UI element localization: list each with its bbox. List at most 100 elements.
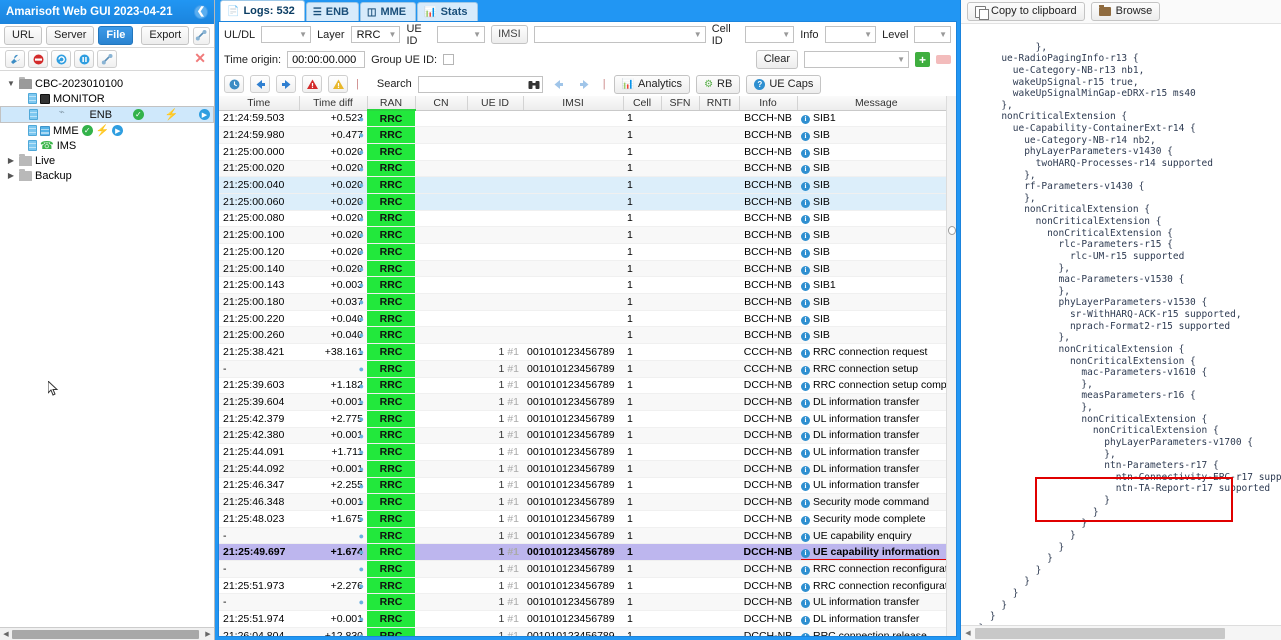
rb-button[interactable]: ⚙ RB: [696, 74, 741, 94]
table-row[interactable]: 21:24:59.980 +0.477 ● RRC 1 BCCH-NB i SIB: [219, 126, 956, 144]
table-row[interactable]: - ● RRC 1 #1 001010123456789 1 DCCH-NB i RRC con…: [219, 560, 956, 578]
stop-icon[interactable]: [28, 50, 48, 68]
table-row[interactable]: 21:25:44.092 +0.001 ● RRC 1 #1 00101012345678…: [219, 460, 956, 478]
play-icon[interactable]: ▶: [112, 125, 124, 136]
file-button[interactable]: File: [98, 26, 134, 45]
column-header-time[interactable]: Time: [219, 96, 300, 111]
play-icon[interactable]: ▶: [199, 109, 210, 120]
pause-icon[interactable]: [74, 50, 94, 68]
level-select[interactable]: ▼: [914, 26, 951, 43]
column-header-cell[interactable]: Cell: [623, 96, 662, 111]
table-row[interactable]: 21:25:00.220 +0.040 ● RRC 1 BCCH-NB i SIB: [219, 310, 956, 328]
preset-select[interactable]: ▼: [804, 51, 909, 68]
table-row[interactable]: 21:25:39.603 +1.182 ● RRC 1 #1 00101012345678…: [219, 377, 956, 395]
plus-icon[interactable]: +: [915, 52, 930, 67]
next-match-icon[interactable]: [575, 75, 595, 93]
table-row[interactable]: 21:25:38.421 +38.161 ● RRC 1 #1 0010101234567…: [219, 343, 956, 361]
column-header-sfn[interactable]: SFN: [661, 96, 700, 111]
table-row[interactable]: 21:25:48.023 +1.675 ● RRC 1 #1 00101012345678…: [219, 510, 956, 528]
server-button[interactable]: Server: [46, 26, 95, 45]
scroll-left-icon[interactable]: ◀: [0, 630, 12, 638]
table-row[interactable]: - ● RRC 1 #1 001010123456789 1 DCCH-NB i UL info…: [219, 593, 956, 612]
ue-caps-button[interactable]: ? UE Caps: [746, 74, 822, 94]
table-row[interactable]: - ● RRC 1 #1 001010123456789 1 CCCH-NB i RRC con…: [219, 360, 956, 378]
layer-select[interactable]: RRC ▼: [350, 26, 401, 43]
column-header-cn[interactable]: CN: [415, 96, 468, 111]
prev-match-icon[interactable]: [549, 75, 569, 93]
scroll-knob[interactable]: [948, 226, 956, 235]
tree-item-cbc[interactable]: ▼ CBC-2023010100: [0, 76, 214, 91]
analytics-button[interactable]: 📊 Analytics: [613, 74, 691, 94]
table-row[interactable]: 21:25:51.973 +2.276 ● RRC 1 #1 00101012345678…: [219, 577, 956, 595]
binoculars-icon[interactable]: [527, 77, 541, 94]
imsi-select[interactable]: ▼: [533, 26, 706, 43]
tab-logs[interactable]: 📄 Logs: 532: [220, 0, 305, 21]
tab-stats[interactable]: 📊 Stats: [417, 2, 478, 21]
tree-item-backup[interactable]: ▶ Backup: [0, 168, 214, 183]
group-ueid-checkbox[interactable]: [443, 54, 455, 65]
table-row[interactable]: 21:25:00.100 +0.020 ● RRC 1 BCCH-NB i SIB: [219, 226, 956, 244]
table-row[interactable]: 21:24:59.503 +0.523 ● RRC 1 BCCH-NB i SIB1: [219, 110, 956, 128]
plug-icon-2[interactable]: [97, 50, 117, 68]
clock-icon[interactable]: [224, 75, 244, 93]
expander-icon[interactable]: ▶: [6, 156, 16, 165]
table-row[interactable]: 21:25:49.697 +1.674 ● RRC 1 #1 00101012345678…: [219, 543, 956, 562]
logs-table-container[interactable]: Time Time diff RAN CN UE ID IMSI Cell SFN RNTI In…: [219, 96, 956, 636]
browse-button[interactable]: Browse: [1090, 2, 1161, 21]
plug-icon[interactable]: [193, 26, 210, 45]
tab-mme[interactable]: ◫ MME: [360, 2, 417, 21]
expander-icon[interactable]: ▶: [6, 171, 16, 180]
tree-item-live[interactable]: ▶ Live: [0, 153, 214, 168]
scroll-thumb[interactable]: [12, 630, 199, 639]
copy-to-clipboard-button[interactable]: Copy to clipboard: [967, 2, 1085, 21]
table-row[interactable]: 21:25:00.060 +0.020 ● RRC 1 BCCH-NB i SIB: [219, 193, 956, 211]
table-row[interactable]: - ● RRC 1 #1 001010123456789 1 DCCH-NB i UE capa…: [219, 527, 956, 545]
expander-icon[interactable]: ▼: [6, 79, 16, 88]
table-vertical-scrollbar[interactable]: [946, 96, 956, 636]
details-horizontal-scrollbar[interactable]: ◀ ▶: [961, 625, 1281, 640]
table-row[interactable]: 21:25:46.347 +2.255 ● RRC 1 #1 00101012345678…: [219, 477, 956, 495]
error-icon[interactable]: [302, 75, 322, 93]
table-row[interactable]: 21:25:42.380 +0.001 ● RRC 1 #1 00101012345678…: [219, 427, 956, 445]
search-input[interactable]: [417, 75, 543, 93]
column-header-rnti[interactable]: RNTI: [699, 96, 740, 111]
table-row[interactable]: 21:25:51.974 +0.001 ● RRC 1 #1 00101012345678…: [219, 610, 956, 628]
tree-item-enb[interactable]: ENB ✓ ⚡ ▶: [0, 106, 214, 123]
url-button[interactable]: URL: [4, 26, 43, 45]
minus-icon[interactable]: [936, 55, 951, 64]
tree-item-mme[interactable]: MME ✓ ⚡ ▶: [0, 123, 214, 138]
table-row[interactable]: 21:25:00.143 +0.003 ● RRC 1 BCCH-NB i SIB1: [219, 276, 956, 295]
export-button[interactable]: Export: [141, 26, 190, 45]
table-row[interactable]: 21:25:00.080 +0.020 ● RRC 1 BCCH-NB i SIB: [219, 210, 956, 228]
time-origin-input[interactable]: [287, 51, 366, 68]
asn1-message-text[interactable]: }, ue-RadioPagingInfo-r13 { ue-Category-…: [961, 24, 1281, 625]
ueid-select[interactable]: ▼: [436, 26, 486, 43]
wrench-icon[interactable]: [5, 50, 25, 68]
info-select[interactable]: ▼: [824, 26, 877, 43]
close-x-icon[interactable]: ✕: [194, 51, 206, 65]
table-row[interactable]: 21:25:42.379 +2.775 ● RRC 1 #1 00101012345678…: [219, 410, 956, 428]
scroll-left-icon[interactable]: ◀: [961, 629, 975, 637]
tree-item-ims[interactable]: ☎ IMS: [0, 138, 214, 153]
table-row[interactable]: 21:26:04.804 +12.830 ● RRC 1 #1 0010101234567…: [219, 627, 956, 636]
clear-button[interactable]: Clear: [755, 50, 798, 69]
table-row[interactable]: 21:25:00.020 +0.020 ● RRC 1 BCCH-NB i SIB: [219, 160, 956, 178]
column-header-ran[interactable]: RAN: [367, 96, 416, 111]
column-header-message[interactable]: Message: [797, 96, 956, 111]
column-header-ue-id[interactable]: UE ID: [467, 96, 524, 111]
tab-enb[interactable]: ☰ ENB: [305, 2, 360, 21]
chevron-left-icon[interactable]: ❮: [194, 5, 208, 19]
column-header-imsi[interactable]: IMSI: [523, 96, 624, 111]
warning-icon[interactable]: [328, 75, 348, 93]
arrow-right-icon[interactable]: [276, 75, 296, 93]
tree-item-monitor[interactable]: MONITOR: [0, 91, 214, 106]
arrow-left-icon[interactable]: [250, 75, 270, 93]
refresh-icon[interactable]: [51, 50, 71, 68]
scroll-right-icon[interactable]: ▶: [202, 630, 214, 638]
table-row[interactable]: 21:25:00.140 +0.020 ● RRC 1 BCCH-NB i SIB: [219, 260, 956, 278]
table-row[interactable]: 21:25:00.260 +0.040 ● RRC 1 BCCH-NB i SIB: [219, 326, 956, 345]
table-row[interactable]: 21:25:00.180 +0.037 ● RRC 1 BCCH-NB i SIB: [219, 293, 956, 311]
table-row[interactable]: 21:25:00.120 +0.020 ● RRC 1 BCCH-NB i SIB: [219, 243, 956, 261]
imsi-button[interactable]: IMSI: [491, 25, 528, 44]
column-header-time-diff[interactable]: Time diff: [299, 96, 368, 111]
